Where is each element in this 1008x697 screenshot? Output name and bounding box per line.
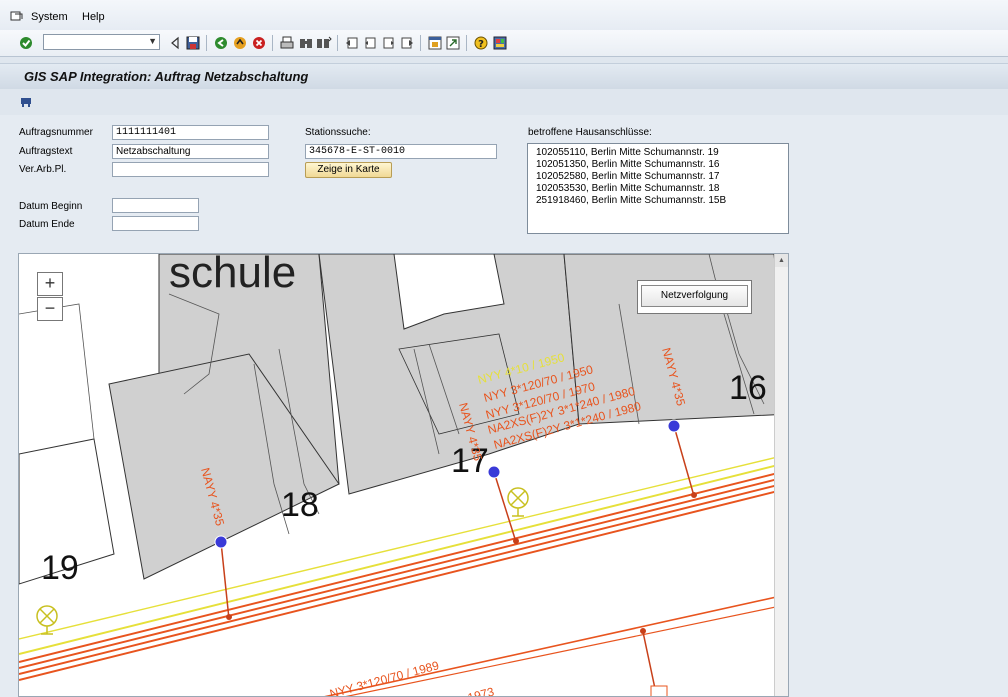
svg-text:?: ?	[478, 39, 484, 50]
list-item[interactable]: 102051350, Berlin Mitte Schumannstr. 16	[536, 159, 780, 171]
check-icon[interactable]	[18, 35, 34, 51]
sap-menu-icon[interactable]	[9, 8, 25, 24]
datum-ende-field[interactable]	[112, 216, 199, 231]
page-title: GIS SAP Integration: Auftrag Netzabschal…	[24, 69, 309, 84]
hausanschluesse-label: betroffene Hausanschlüsse:	[528, 127, 652, 138]
list-item[interactable]: 102053530, Berlin Mitte Schumannstr. 18	[536, 183, 780, 195]
auftragsnummer-label: Auftragsnummer	[19, 127, 93, 138]
next-page-icon[interactable]	[381, 35, 397, 51]
menu-bar: System Help	[0, 0, 1008, 31]
zeige-in-karte-button[interactable]: Zeige in Karte	[305, 162, 392, 178]
hausanschluss-point-16	[667, 419, 681, 433]
verarbpl-field[interactable]	[112, 162, 269, 177]
tools-icon[interactable]	[18, 94, 34, 110]
hausanschluss-point-17	[487, 465, 501, 479]
zoom-in-button[interactable]: +	[37, 272, 63, 296]
auftragstext-label: Auftragstext	[19, 146, 73, 157]
verarbpl-label: Ver.Arb.Pl.	[19, 164, 67, 175]
list-item[interactable]: 102055110, Berlin Mitte Schumannstr. 19	[536, 147, 780, 159]
title-bar: GIS SAP Integration: Auftrag Netzabschal…	[0, 63, 1008, 91]
first-page-icon[interactable]	[344, 35, 360, 51]
netzverfolgung-button[interactable]: Netzverfolgung	[641, 285, 748, 307]
scroll-up-icon[interactable]: ▲	[775, 254, 788, 267]
auftragsnummer-field[interactable]: 1111111401	[112, 125, 269, 140]
find-next-icon[interactable]	[316, 35, 332, 51]
list-item[interactable]: 102052580, Berlin Mitte Schumannstr. 17	[536, 171, 780, 183]
menu-help[interactable]: Help	[82, 11, 105, 23]
print-icon[interactable]	[279, 35, 295, 51]
shortcut-icon[interactable]	[445, 35, 461, 51]
prev-page-icon[interactable]	[362, 35, 378, 51]
cancel-icon[interactable]	[251, 35, 267, 51]
help-icon[interactable]: ?	[473, 35, 489, 51]
label-16: 16	[729, 369, 767, 407]
gis-map[interactable]: schule 16 17 18 19 NAYY 4*35 NAYY 4*35 N…	[18, 253, 789, 697]
command-field[interactable]: ▼	[43, 34, 160, 50]
map-canvas[interactable]: schule 16 17 18 19 NAYY 4*35 NAYY 4*35 N…	[19, 254, 789, 697]
application-toolbar	[0, 89, 1008, 115]
standard-toolbar: ▼ ?	[0, 30, 1008, 57]
stationssuche-label: Stationssuche:	[305, 127, 371, 138]
stationssuche-field[interactable]: 345678-E-ST-0010	[305, 144, 497, 159]
save-icon[interactable]	[185, 35, 201, 51]
hausanschluesse-list[interactable]: 102055110, Berlin Mitte Schumannstr. 19 …	[527, 143, 789, 234]
layout-icon[interactable]	[492, 35, 508, 51]
zoom-out-button[interactable]: −	[37, 297, 63, 321]
label-19: 19	[41, 549, 79, 587]
label-18: 18	[281, 486, 319, 524]
create-session-icon[interactable]	[427, 35, 443, 51]
hausanschluss-point-18	[214, 535, 228, 549]
map-scrollbar[interactable]: ▲	[774, 254, 788, 696]
menu-system[interactable]: System	[31, 11, 68, 23]
label-schule: schule	[169, 254, 296, 297]
datum-beginn-field[interactable]	[112, 198, 199, 213]
exit-icon[interactable]	[232, 35, 248, 51]
chevron-down-icon[interactable]: ▼	[148, 36, 157, 46]
back-icon[interactable]	[167, 35, 183, 51]
last-page-icon[interactable]	[399, 35, 415, 51]
find-icon[interactable]	[298, 35, 314, 51]
auftragstext-field[interactable]: Netzabschaltung	[112, 144, 269, 159]
netzverfolgung-panel: Netzverfolgung	[637, 280, 752, 314]
list-item[interactable]: 251918460, Berlin Mitte Schumannstr. 15B	[536, 195, 780, 207]
green-arrow-icon[interactable]	[213, 35, 229, 51]
datum-ende-label: Datum Ende	[19, 219, 75, 230]
datum-beginn-label: Datum Beginn	[19, 201, 83, 212]
